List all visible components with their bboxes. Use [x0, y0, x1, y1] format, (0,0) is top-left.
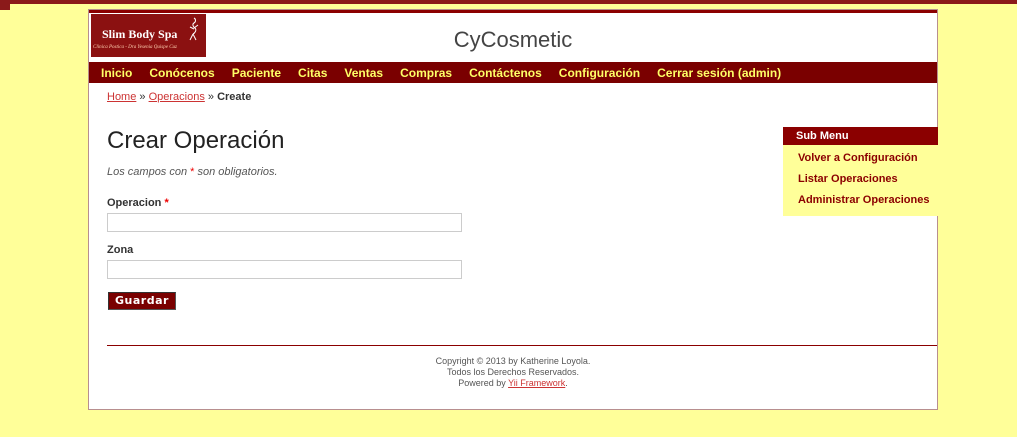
page-container: Slim Body Spa Clinica Postica - Dra Yese…	[88, 9, 938, 410]
zona-label: Zona	[107, 244, 134, 256]
footer-powered-prefix: Powered by	[458, 378, 509, 388]
sidebar-item-administrar-operaciones[interactable]: Administrar Operaciones	[783, 190, 938, 211]
breadcrumb-operacions[interactable]: Operacions	[149, 91, 205, 103]
sidebar-item-volver-configuracion[interactable]: Volver a Configuración	[783, 148, 938, 169]
sidebar-title: Sub Menu	[783, 127, 938, 145]
breadcrumb-separator: »	[204, 91, 218, 103]
header: Slim Body Spa Clinica Postica - Dra Yese…	[89, 10, 937, 61]
nav-compras[interactable]: Compras	[400, 66, 452, 80]
breadcrumb-current: Create	[217, 91, 252, 103]
nav-paciente[interactable]: Paciente	[232, 66, 281, 80]
zona-input[interactable]	[107, 260, 462, 279]
top-accent-bar	[0, 0, 1017, 4]
nav-configuracion[interactable]: Configuración	[559, 66, 640, 80]
nav-citas[interactable]: Citas	[298, 66, 327, 80]
breadcrumb-separator: »	[136, 91, 149, 103]
nav-contactenos[interactable]: Contáctenos	[469, 66, 542, 80]
guardar-button[interactable]: Guardar	[108, 292, 176, 310]
footer: Copyright © 2013 by Katherine Loyola. To…	[89, 356, 937, 389]
site-title: CyCosmetic	[453, 27, 573, 52]
operacion-input[interactable]	[107, 213, 462, 232]
required-note-text: Los campos con	[107, 166, 191, 178]
footer-rights: Todos los Derechos Reservados.	[446, 367, 580, 377]
sidebar-list: Volver a Configuración Listar Operacione…	[783, 145, 938, 211]
yii-framework-link[interactable]: Yii Framework	[508, 378, 565, 388]
main-nav: Inicio Conócenos Paciente Citas Ventas C…	[89, 62, 937, 83]
footer-copyright: Copyright © 2013 by Katherine Loyola.	[435, 356, 591, 366]
nav-cerrar-sesion[interactable]: Cerrar sesión (admin)	[657, 66, 781, 80]
required-note-text: son obligatorios.	[194, 166, 278, 178]
breadcrumb: Home » Operacions » Create	[107, 91, 251, 103]
page-title: Crear Operación	[107, 127, 285, 154]
nav-inicio[interactable]: Inicio	[101, 66, 132, 80]
required-fields-note: Los campos con * son obligatorios.	[107, 166, 278, 178]
sidebar-submenu: Sub Menu Volver a Configuración Listar O…	[783, 127, 938, 216]
top-accent-corner	[0, 0, 10, 10]
operacion-label: Operacion *	[107, 197, 169, 209]
footer-divider	[107, 345, 937, 346]
operacion-label-text: Operacion	[107, 197, 162, 209]
nav-ventas[interactable]: Ventas	[344, 66, 383, 80]
nav-conocenos[interactable]: Conócenos	[149, 66, 214, 80]
footer-powered: Powered by Yii Framework.	[89, 378, 937, 389]
footer-powered-suffix: .	[565, 378, 568, 388]
breadcrumb-home[interactable]: Home	[107, 91, 136, 103]
sidebar-item-listar-operaciones[interactable]: Listar Operaciones	[783, 169, 938, 190]
required-star: *	[164, 197, 169, 209]
